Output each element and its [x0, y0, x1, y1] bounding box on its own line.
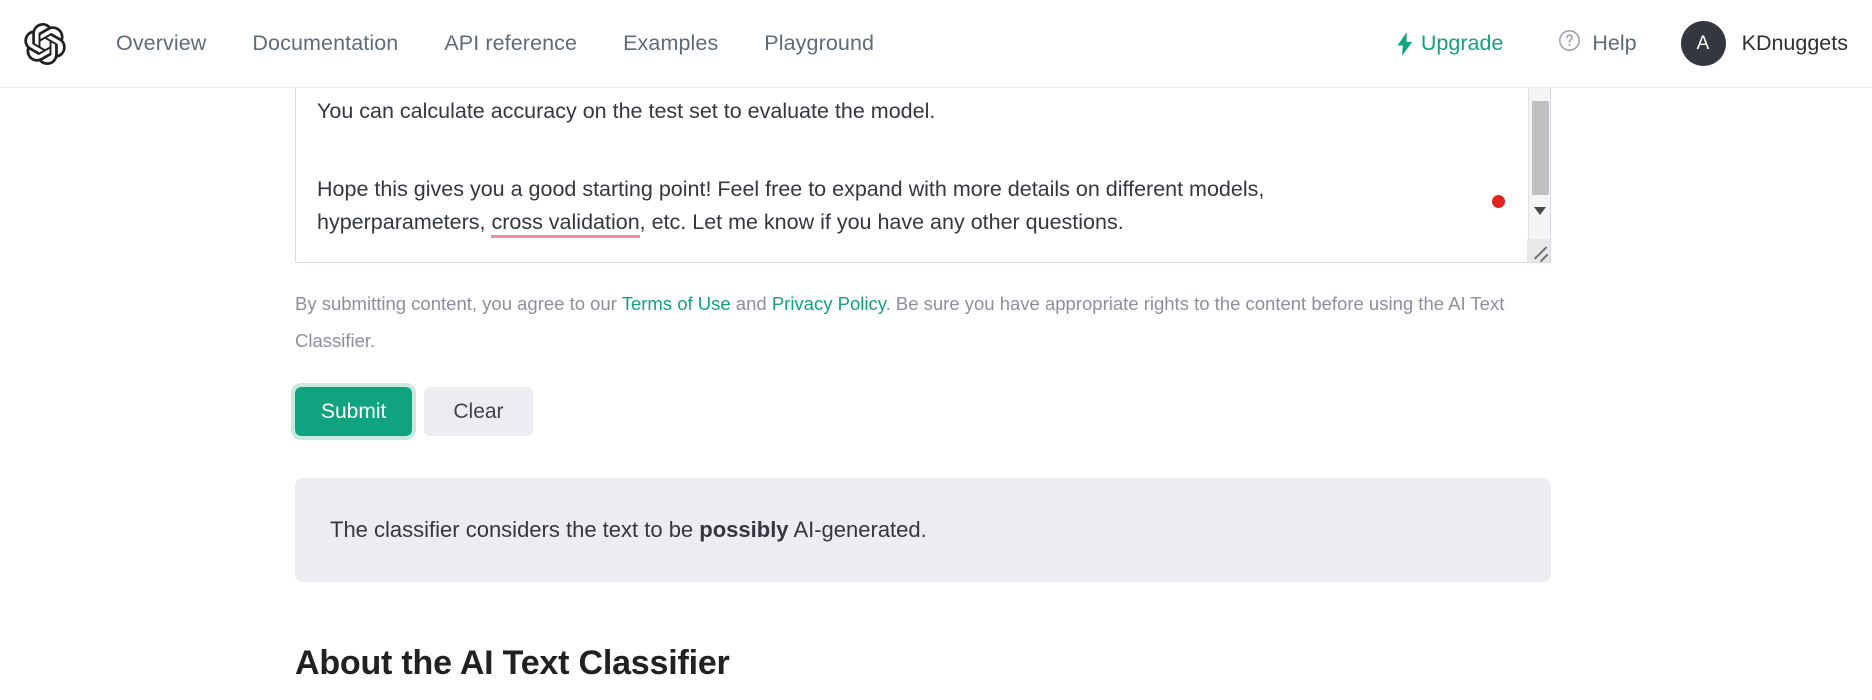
- textarea-line-2: Hope this gives you a good starting poin…: [317, 177, 1265, 202]
- openai-logo-icon[interactable]: [23, 22, 67, 66]
- result-verdict: possibly: [699, 517, 789, 543]
- classification-result-text: The classifier considers the text to be …: [330, 517, 927, 543]
- classification-result-panel: The classifier considers the text to be …: [295, 478, 1551, 583]
- clear-button[interactable]: Clear: [424, 387, 533, 437]
- terms-part-2: and: [730, 293, 772, 314]
- classifier-form: You can calculate accuracy on the test s…: [290, 88, 1551, 683]
- submit-button[interactable]: Submit: [290, 382, 417, 441]
- textarea-scrollbar[interactable]: [1528, 88, 1550, 262]
- upgrade-label: Upgrade: [1420, 31, 1504, 55]
- cursor-position-marker: [1492, 195, 1505, 208]
- upgrade-button[interactable]: Upgrade: [1382, 25, 1517, 62]
- terms-notice: By submitting content, you agree to our …: [295, 285, 1540, 359]
- result-suffix: AI-generated.: [788, 517, 927, 543]
- nav-item-documentation[interactable]: Documentation: [229, 25, 421, 62]
- nav-item-examples[interactable]: Examples: [600, 25, 741, 62]
- main-nav: Overview Documentation API reference Exa…: [93, 25, 897, 62]
- avatar: A: [1680, 21, 1726, 66]
- help-label: Help: [1592, 31, 1637, 55]
- textarea-line-3: hyperparameters, cross validation, etc. …: [317, 206, 1508, 239]
- lightning-bolt-icon: [1396, 31, 1414, 56]
- textarea-content: You can calculate accuracy on the test s…: [317, 88, 1508, 239]
- username-label: KDnuggets: [1741, 31, 1848, 55]
- header-actions: Upgrade Help A KDnuggets: [1382, 17, 1850, 70]
- help-button[interactable]: Help: [1539, 22, 1654, 65]
- form-actions: Submit Clear: [290, 382, 1551, 441]
- nav-item-overview[interactable]: Overview: [93, 25, 229, 62]
- spellcheck-flagged-text[interactable]: cross validation: [491, 210, 640, 239]
- textarea-line-3-post: , etc. Let me know if you have any other…: [639, 210, 1124, 235]
- nav-item-api-reference[interactable]: API reference: [421, 25, 600, 62]
- terms-part-1: By submitting content, you agree to our: [295, 293, 622, 314]
- scrollbar-thumb[interactable]: [1532, 101, 1549, 195]
- main-content: You can calculate accuracy on the test s…: [0, 88, 1872, 683]
- question-circle-icon: [1557, 28, 1582, 59]
- nav-item-playground[interactable]: Playground: [741, 25, 897, 62]
- privacy-policy-link[interactable]: Privacy Policy: [772, 293, 886, 314]
- textarea-line-1: You can calculate accuracy on the test s…: [317, 99, 936, 123]
- about-section-heading: About the AI Text Classifier: [295, 644, 730, 683]
- account-menu[interactable]: A KDnuggets: [1679, 17, 1850, 70]
- site-header: Overview Documentation API reference Exa…: [0, 0, 1872, 88]
- textarea-resize-handle[interactable]: [1527, 239, 1550, 262]
- scroll-down-arrow-icon[interactable]: [1529, 200, 1550, 222]
- input-textarea[interactable]: You can calculate accuracy on the test s…: [295, 88, 1551, 263]
- textarea-line-3-pre: hyperparameters,: [317, 210, 492, 235]
- result-prefix: The classifier considers the text to be: [330, 517, 700, 543]
- terms-of-use-link[interactable]: Terms of Use: [622, 293, 731, 314]
